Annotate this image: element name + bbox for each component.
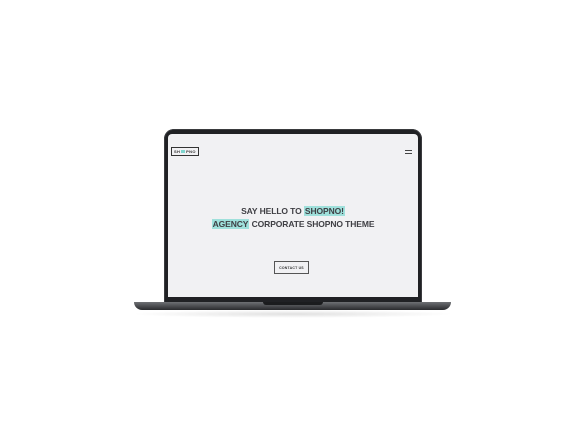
- logo-text-right: PNO: [186, 148, 196, 154]
- laptop-mockup: SH PNO SAY HELLO TO SHOPNO! AGENCY CORPO…: [0, 0, 585, 438]
- menu-line: [405, 150, 412, 151]
- hero-highlight-agency: AGENCY: [211, 219, 250, 229]
- hero-line-2-text: CORPORATE SHOPNO THEME: [249, 219, 375, 229]
- hero-line-1: SAY HELLO TO SHOPNO!: [168, 205, 418, 218]
- menu-line: [405, 153, 412, 154]
- hamburger-icon[interactable]: [405, 150, 412, 154]
- logo-text-left: SH: [174, 148, 181, 154]
- hero-heading: SAY HELLO TO SHOPNO! AGENCY CORPORATE SH…: [168, 205, 418, 231]
- laptop-shadow: [130, 310, 455, 318]
- laptop-screen: SH PNO SAY HELLO TO SHOPNO! AGENCY CORPO…: [168, 134, 418, 297]
- logo-accent-mark: [181, 150, 186, 153]
- hero-line-1-text: SAY HELLO TO: [241, 206, 304, 216]
- contact-us-button[interactable]: CONTACT US: [274, 261, 309, 274]
- hero-highlight-shopno: SHOPNO!: [303, 206, 345, 216]
- laptop-hinge-notch: [263, 302, 323, 305]
- hero-line-2: AGENCY CORPORATE SHOPNO THEME: [168, 218, 418, 231]
- brand-logo[interactable]: SH PNO: [171, 147, 199, 156]
